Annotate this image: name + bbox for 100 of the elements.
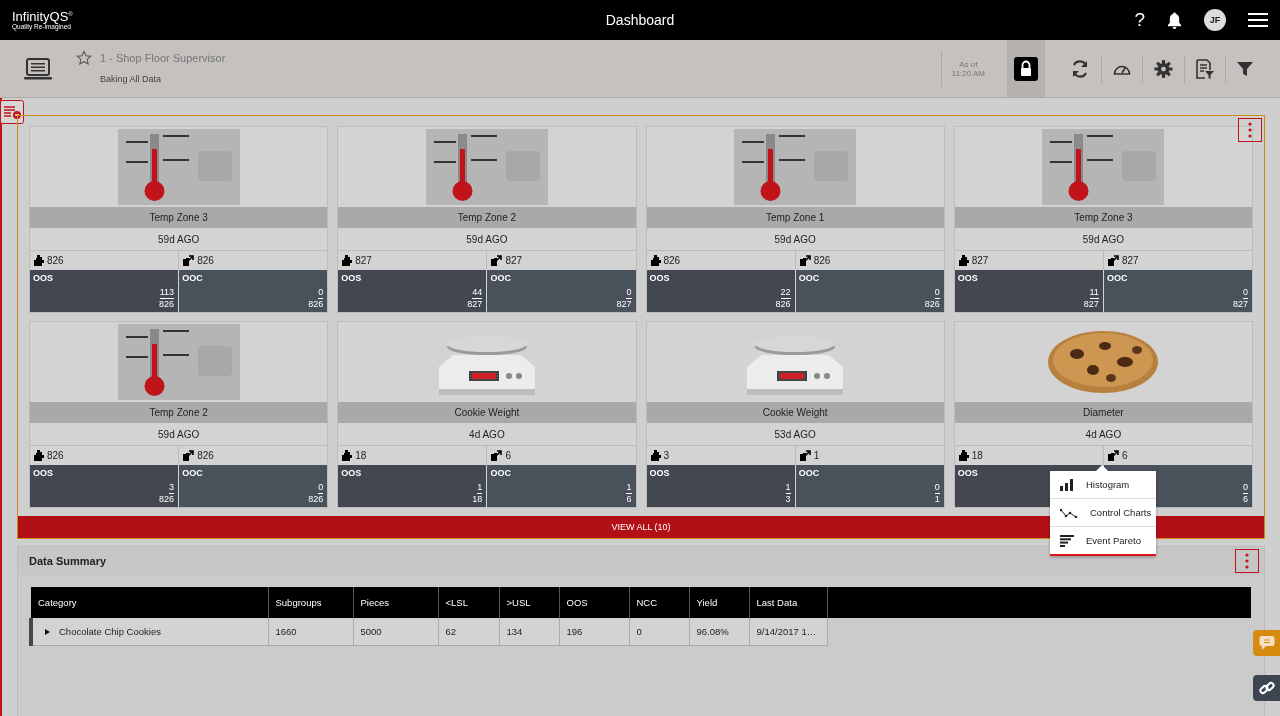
monitor-tile[interactable]: Temp Zone 3 59d AGO 827 827 OOS 11 827 OOC 0 827 xyxy=(953,126,1253,313)
as-of-label: As of xyxy=(959,59,978,69)
ooc-total: 826 xyxy=(308,299,324,310)
category-name: Chocolate Chip Cookies xyxy=(59,626,161,637)
column-header[interactable]: >USL xyxy=(499,587,559,618)
monitor-tile[interactable]: Temp Zone 2 59d AGO 827 827 OOS 44 827 OOC 0 827 xyxy=(337,126,637,313)
count-value: 826 xyxy=(47,450,64,461)
puzzle-arrow-icon xyxy=(799,450,811,461)
lock-toggle[interactable] xyxy=(1007,40,1045,97)
puzzle-arrow-icon xyxy=(183,450,195,461)
column-header[interactable]: Yield xyxy=(689,587,749,618)
view-all-button[interactable]: VIEW ALL (10) xyxy=(18,516,1264,538)
count-value: 826 xyxy=(197,255,214,266)
ooc-count: 0 xyxy=(318,287,324,299)
oos-total: 827 xyxy=(467,299,483,310)
ooc-label: OOC xyxy=(182,273,203,283)
oos-label: OOS xyxy=(33,273,53,283)
column-header[interactable]: Category xyxy=(31,587,268,618)
column-header[interactable]: Pieces xyxy=(353,587,438,618)
last-data-age: 59d AGO xyxy=(646,228,944,251)
ooc-count: 1 xyxy=(626,482,632,494)
count-value: 18 xyxy=(355,450,367,461)
expand-caret-icon[interactable] xyxy=(45,629,50,636)
oos-total: 826 xyxy=(159,494,175,505)
ooc-label: OOC xyxy=(1106,273,1128,283)
collapse-panel-icon[interactable] xyxy=(0,100,24,124)
monitor-tile[interactable]: Temp Zone 2 59d AGO 826 826 OOS 3 826 OOC 0 826 xyxy=(29,321,329,508)
ooc-count: 0 xyxy=(1243,287,1248,299)
ooc-total: 827 xyxy=(616,299,632,310)
count-value: 827 xyxy=(505,255,523,266)
count-value: 826 xyxy=(813,255,831,266)
ooc-total: 1 xyxy=(934,494,940,505)
link-button[interactable] xyxy=(1253,675,1280,701)
oos-total: 3 xyxy=(785,494,791,505)
count-value: 6 xyxy=(1121,450,1128,461)
column-header[interactable]: <LSL xyxy=(438,587,499,618)
count-value: 6 xyxy=(505,450,511,461)
help-button[interactable]: ? xyxy=(1134,9,1145,31)
count-value: 826 xyxy=(197,450,214,461)
oos-label: OOS xyxy=(957,273,978,283)
column-header[interactable]: Last Data xyxy=(749,587,827,618)
count-value: 827 xyxy=(355,255,372,266)
last-data-age: 59d AGO xyxy=(338,228,636,251)
oos-count: 11 xyxy=(1089,287,1099,299)
puzzle-arrow-icon xyxy=(1107,255,1119,266)
ooc-label: OOC xyxy=(490,468,511,478)
table-cell: 62 xyxy=(438,618,499,646)
dashboard-subtitle: Baking All Data xyxy=(100,73,163,84)
menu-icon[interactable] xyxy=(1248,13,1268,27)
line-chart-icon xyxy=(1060,507,1078,518)
table-cell: 5000 xyxy=(353,618,438,646)
puzzle-piece-icon xyxy=(958,255,969,266)
puzzle-piece-icon xyxy=(342,450,353,461)
last-data-age: 53d AGO xyxy=(646,423,944,446)
puzzle-piece-icon xyxy=(34,450,44,461)
menu-item[interactable]: Histogram xyxy=(1050,471,1156,499)
page-title: Dashboard xyxy=(604,12,676,28)
oos-count: 1 xyxy=(477,482,483,494)
ooc-label: OOC xyxy=(798,468,820,478)
menu-item[interactable]: Control Charts xyxy=(1050,499,1156,527)
tile-title: Cookie Weight xyxy=(338,402,636,423)
count-value: 826 xyxy=(663,255,681,266)
pareto-icon xyxy=(1060,534,1074,547)
monitor-tile[interactable]: Cookie Weight 4d AGO 18 6 OOS 1 18 OOC 1 6 xyxy=(337,321,637,508)
lock-icon xyxy=(1014,56,1038,81)
oos-total: 826 xyxy=(159,299,175,310)
tile-title: Temp Zone 3 xyxy=(954,207,1252,228)
puzzle-arrow-icon xyxy=(183,255,195,266)
more-options-icon[interactable] xyxy=(1238,118,1262,142)
more-options-icon[interactable] xyxy=(1235,549,1259,573)
monitor-tile[interactable]: Cookie Weight 53d AGO 3 1 OOS 1 3 OOC 0 1 xyxy=(645,321,945,508)
panel-title: Data Summary xyxy=(29,555,107,567)
oos-label: OOS xyxy=(649,468,670,478)
puzzle-arrow-icon xyxy=(491,450,503,461)
chat-icon xyxy=(1258,635,1275,651)
star-icon[interactable] xyxy=(76,49,92,66)
column-header[interactable]: OOS xyxy=(559,587,629,618)
count-value: 827 xyxy=(1121,255,1139,266)
puzzle-piece-icon xyxy=(342,255,353,266)
user-avatar[interactable]: JF xyxy=(1204,9,1226,31)
last-data-age: 59d AGO xyxy=(30,228,328,251)
ooc-count: 0 xyxy=(626,287,632,299)
tile-title: Cookie Weight xyxy=(646,402,944,423)
ooc-count: 0 xyxy=(934,287,940,299)
bell-icon[interactable] xyxy=(1167,11,1182,29)
last-data-age: 59d AGO xyxy=(30,423,328,446)
monitor-tile[interactable]: Temp Zone 1 59d AGO 826 826 OOS 22 826 OOC 0 826 xyxy=(645,126,945,313)
column-header[interactable]: NCC xyxy=(629,587,689,618)
puzzle-arrow-icon xyxy=(799,255,811,266)
puzzle-arrow-icon xyxy=(491,255,503,266)
column-header[interactable]: Subgroups xyxy=(268,587,353,618)
table-cell: 96.08% xyxy=(689,618,749,646)
monitor-tile[interactable]: Temp Zone 3 59d AGO 826 826 OOS 113 826 OOC 0 826 xyxy=(29,126,329,313)
puzzle-piece-icon xyxy=(650,450,661,461)
oos-label: OOS xyxy=(33,468,53,478)
monitor-icon[interactable] xyxy=(24,57,52,80)
tile-title: Diameter xyxy=(954,402,1252,423)
ooc-count: 0 xyxy=(318,482,324,494)
count-value: 827 xyxy=(971,255,989,266)
puzzle-piece-icon xyxy=(650,255,661,266)
